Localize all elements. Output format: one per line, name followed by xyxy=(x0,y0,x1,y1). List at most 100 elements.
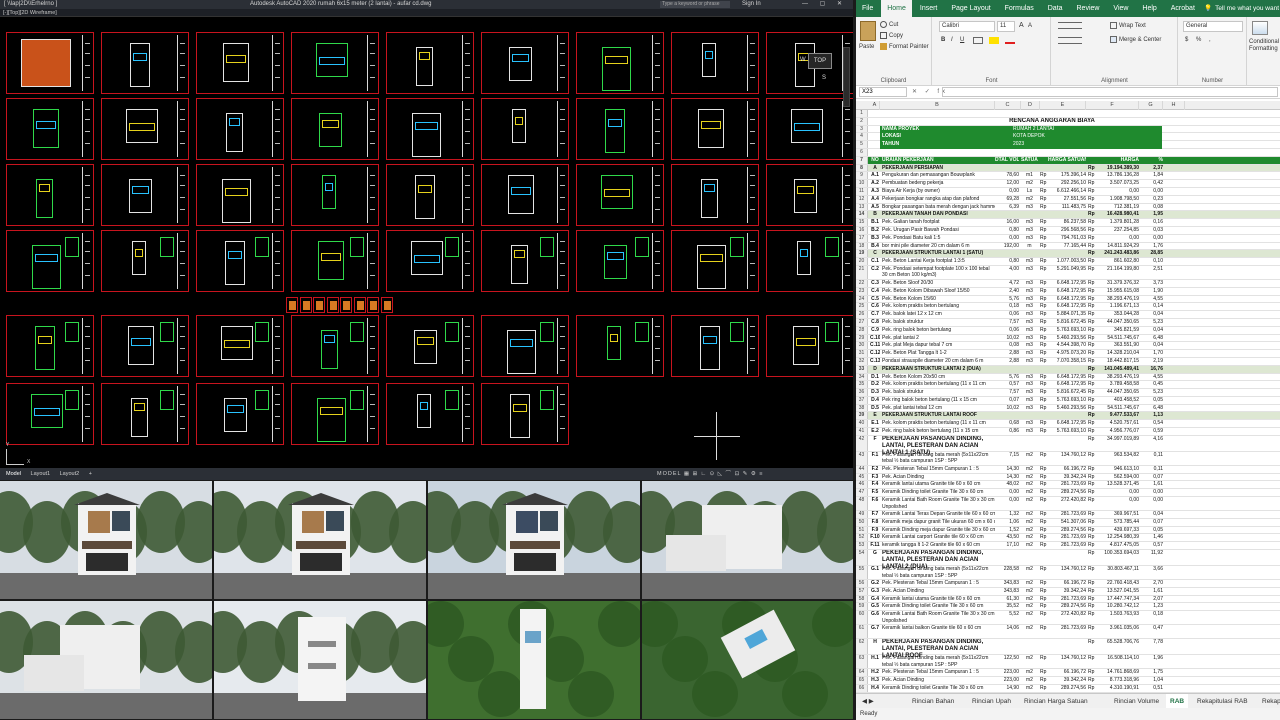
table-row[interactable]: 23 C.4 Pek. Beton Kolom Dibawah Sloof 15/5… xyxy=(856,287,1280,296)
row-number[interactable]: 19 xyxy=(856,250,868,258)
drawing-sheet[interactable] xyxy=(196,32,284,94)
tab-home[interactable]: Home xyxy=(881,0,912,17)
drawing-sheet[interactable] xyxy=(196,315,284,377)
drawing-sheet[interactable] xyxy=(291,383,379,445)
row-number[interactable]: 13 xyxy=(856,203,868,211)
sheet-nav-arrows[interactable]: ◀ ▶ xyxy=(862,694,874,709)
column-header-e[interactable]: E xyxy=(1040,101,1086,110)
row-number[interactable]: 52 xyxy=(856,534,868,542)
drawing-sheet[interactable] xyxy=(671,315,759,377)
row-number[interactable]: 12 xyxy=(856,195,868,203)
drawing-sheet[interactable] xyxy=(101,230,189,292)
tab-insert[interactable]: Insert xyxy=(914,0,944,17)
table-row[interactable]: 9 A.1 Pengukuran dan pemasangan Bouwplank 7… xyxy=(856,172,1280,181)
drawing-sheet[interactable] xyxy=(386,315,474,377)
row-number[interactable]: 45 xyxy=(856,473,868,481)
drawing-sheet[interactable] xyxy=(576,164,664,226)
layout-tab-layout2[interactable]: Layout2 xyxy=(60,471,80,477)
drawing-sheet[interactable] xyxy=(196,383,284,445)
conditional-formatting-button[interactable]: Conditional Formatting xyxy=(1249,39,1280,53)
row-number[interactable]: 30 xyxy=(856,342,868,350)
row-number[interactable]: 14 xyxy=(856,211,868,219)
row-number[interactable]: 26 xyxy=(856,311,868,318)
number-format-select[interactable]: General xyxy=(1183,21,1243,32)
row-number[interactable]: 60 xyxy=(856,611,868,625)
drawing-sheet[interactable] xyxy=(576,98,664,160)
table-row[interactable]: 62 H PEKERJAAN PASANGAN DINDING, LANTAI, P… xyxy=(856,639,1280,659)
drawing-sheet[interactable] xyxy=(196,98,284,160)
row-number[interactable]: 18 xyxy=(856,242,868,250)
wrap-text-button[interactable]: Wrap Text xyxy=(1110,22,1146,29)
status-toggles[interactable]: MODEL ▦ ⊞ ∟ ⊙ ◺ ⌒ ⊡ ✎ ⚙ ≡ xyxy=(657,468,764,480)
row-number[interactable]: 40 xyxy=(856,420,868,428)
tell-me-search[interactable]: 💡Tell me what you want to do xyxy=(1204,0,1280,17)
table-row[interactable]: 37 D.4 Pek ring balok beton bertulang (11 … xyxy=(856,396,1280,405)
row-number[interactable]: 2 xyxy=(856,117,868,125)
align-top-icon[interactable] xyxy=(1058,22,1082,29)
column-header-a[interactable]: A xyxy=(870,101,880,110)
underline-button[interactable]: U xyxy=(960,37,964,43)
table-row[interactable]: 48 F.6 Keramik Lantai Bath Room Granite Ti… xyxy=(856,497,1280,512)
table-row[interactable]: 13 A.5 Bongkar pasangan bata merah dengan … xyxy=(856,203,1280,212)
drawing-sheet[interactable] xyxy=(6,164,94,226)
row-number[interactable]: 5 xyxy=(856,141,868,148)
drawing-sheet[interactable] xyxy=(481,32,569,94)
table-row[interactable]: 14 B PEKERJAAN TANAH DAN PONDASI Rp 16.428.9… xyxy=(856,211,1280,220)
viewport-controls[interactable]: [-][Top][2D Wireframe] xyxy=(0,9,853,17)
row-number[interactable]: 24 xyxy=(856,295,868,303)
row-number[interactable]: 51 xyxy=(856,526,868,534)
table-row[interactable]: 61 G.7 Keramik lantai balkon Granite tile … xyxy=(856,625,1280,640)
format-painter-button[interactable]: Format Painter xyxy=(880,43,929,50)
row-number[interactable]: 44 xyxy=(856,465,868,473)
table-row[interactable]: 59 G.5 Keramik Dinding toilet Granite Tile… xyxy=(856,603,1280,612)
row-number[interactable]: 35 xyxy=(856,381,868,389)
table-row[interactable]: 65 H.3 Pek. Acian Dinding 223,00 m2 Rp 39.342,… xyxy=(856,677,1280,685)
table-row[interactable]: 28 C.9 Pek. ring balok beton bertulang 0,06… xyxy=(856,326,1280,335)
table-row[interactable]: 26 C.7 Pek. balok latei 12 x 12 cm 0,06 m3 Rp… xyxy=(856,311,1280,319)
tab-help[interactable]: Help xyxy=(1136,0,1162,17)
viewcube[interactable]: TOP xyxy=(808,53,832,69)
row-number[interactable]: 48 xyxy=(856,497,868,511)
drawing-sheet[interactable] xyxy=(766,98,853,160)
row-number[interactable]: 31 xyxy=(856,350,868,357)
sheet-tab-rincian-harga-satuan[interactable]: Rincian Harga Satuan xyxy=(1024,694,1088,709)
fill-color-icon[interactable] xyxy=(989,37,999,44)
add-layout-button[interactable]: + xyxy=(89,471,92,477)
row-number[interactable]: 8 xyxy=(856,164,868,172)
drawing-sheet[interactable] xyxy=(671,164,759,226)
drawing-sheet[interactable] xyxy=(766,230,853,292)
row-number[interactable]: 55 xyxy=(856,566,868,580)
drawing-sheet[interactable] xyxy=(481,383,569,445)
grow-font-button[interactable]: A xyxy=(1019,22,1024,29)
row-number[interactable]: 49 xyxy=(856,511,868,518)
drawing-sheet[interactable] xyxy=(6,315,94,377)
row-number[interactable]: 17 xyxy=(856,234,868,242)
viewcube-south[interactable]: S xyxy=(822,75,826,81)
table-row[interactable]: 19 C PEKERJAAN STRUKTUR LANTAI 1 (SATU) Rp 2… xyxy=(856,250,1280,259)
cut-button[interactable]: Cut xyxy=(880,21,898,28)
table-row[interactable]: 31 C.12 Pek. Beton Plat Tangga lt 1-2 2,88 m… xyxy=(856,350,1280,358)
borders-icon[interactable] xyxy=(973,37,983,44)
row-number[interactable]: 34 xyxy=(856,373,868,381)
font-size-select[interactable]: 11 xyxy=(997,21,1015,32)
row-number[interactable]: 42 xyxy=(856,435,868,451)
paste-icon[interactable] xyxy=(860,21,876,41)
row-number[interactable]: 37 xyxy=(856,396,868,404)
table-row[interactable]: 8 A PEKERJAAN PERSIAPAN Rp 19.194.389,30 2,37 xyxy=(856,164,1280,173)
tab-page-layout[interactable]: Page Layout xyxy=(945,0,996,17)
drawing-sheet[interactable] xyxy=(101,98,189,160)
table-row[interactable]: 52 F.10 Keramik Lantai carport Granite til… xyxy=(856,534,1280,543)
row-number[interactable]: 6 xyxy=(856,148,868,156)
drawing-sheet[interactable] xyxy=(386,164,474,226)
row-number[interactable]: 36 xyxy=(856,389,868,396)
table-row[interactable]: 50 F.8 Keramik meja dapur granit Tile ukur… xyxy=(856,518,1280,527)
table-row[interactable]: 45 F.3 Pek. Acian Dinding 14,30 m2 Rp 39.342,2… xyxy=(856,473,1280,482)
detail-sheet[interactable] xyxy=(340,297,352,313)
column-header-h[interactable]: H xyxy=(1163,101,1185,110)
table-row[interactable]: 20 C.1 Pek. Beton Lantai Kerja footplat 1:… xyxy=(856,258,1280,266)
table-row[interactable]: 58 G.4 Keramik lantai utama Granite tile 6… xyxy=(856,595,1280,604)
drawing-sheet[interactable] xyxy=(6,230,94,292)
row-number[interactable]: 57 xyxy=(856,587,868,595)
table-row[interactable]: 63 H.1 Pek. Pasangan dinding bata merah (5… xyxy=(856,655,1280,670)
row-number[interactable]: 63 xyxy=(856,655,868,669)
